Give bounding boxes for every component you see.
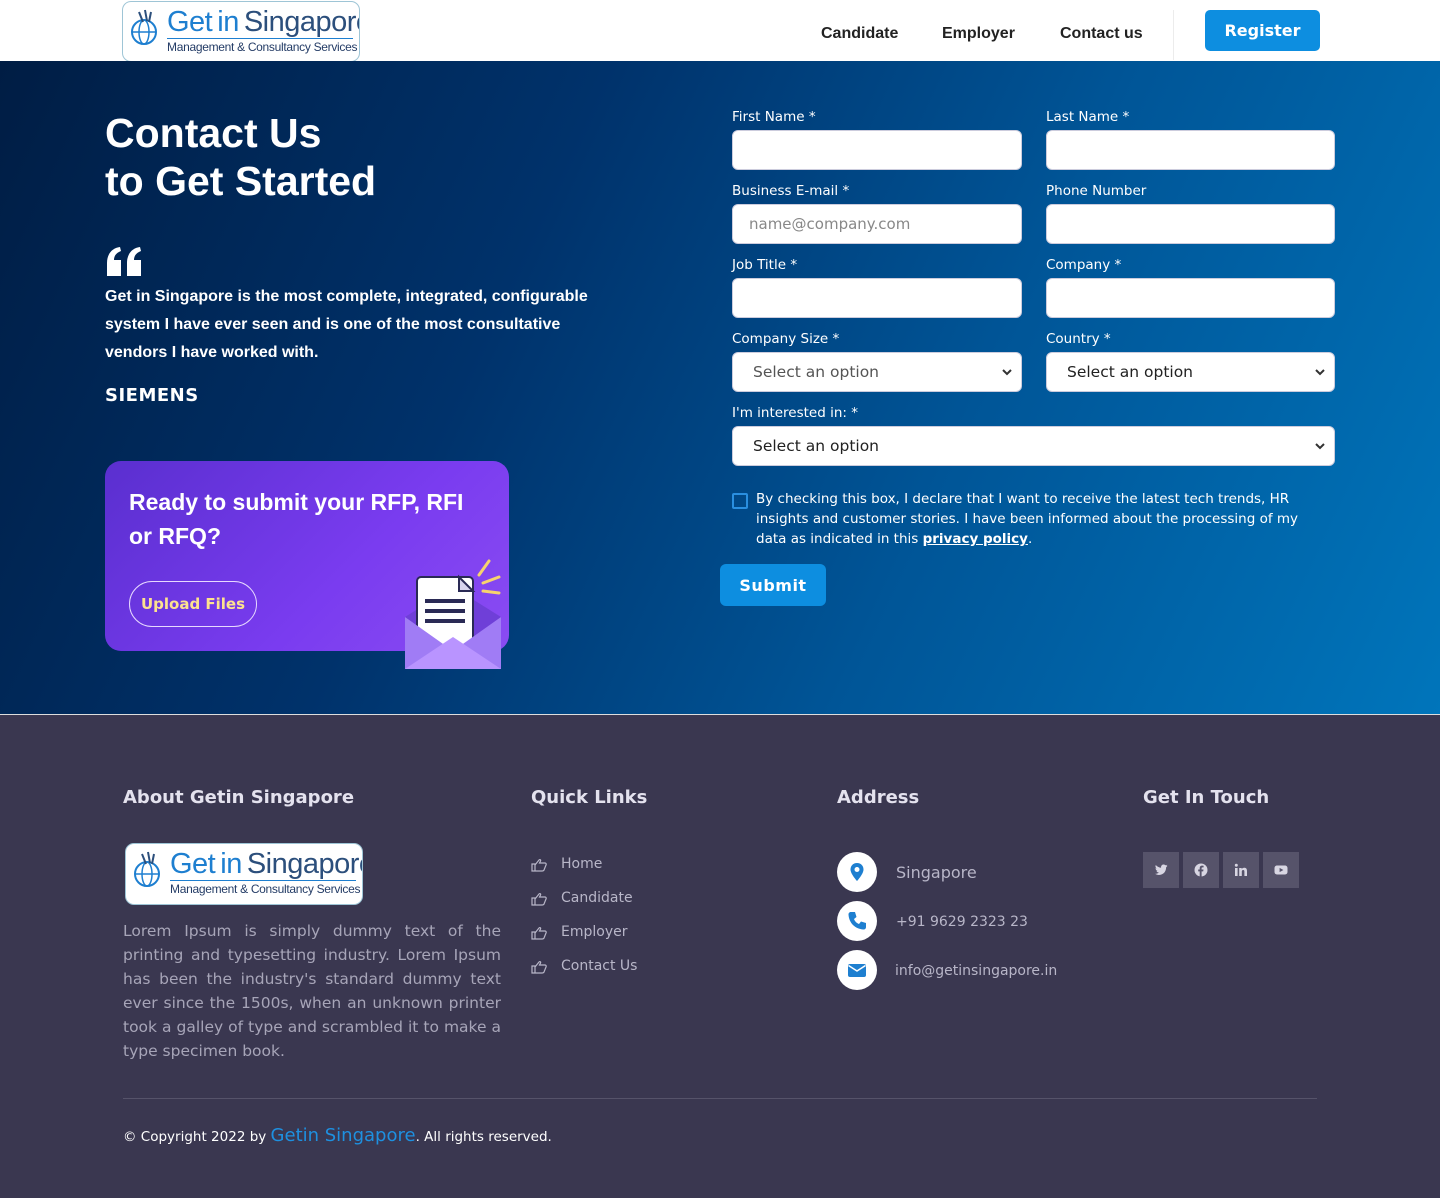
nav-employer[interactable]: Employer bbox=[942, 25, 1015, 43]
chevron-down-icon bbox=[1315, 369, 1325, 376]
linkedin-icon[interactable] bbox=[1223, 852, 1259, 888]
email-input[interactable]: name@company.com bbox=[732, 204, 1022, 244]
about-text: Lorem Ipsum is simply dummy text of the … bbox=[123, 922, 501, 1060]
address-heading: Address bbox=[837, 787, 920, 808]
consent-text: By checking this box, I declare that I w… bbox=[756, 491, 1299, 547]
hand-pointer-icon bbox=[531, 892, 547, 906]
quote-icon bbox=[107, 247, 141, 276]
submit-button[interactable]: Submit bbox=[720, 564, 826, 606]
email-label: Business E-mail * bbox=[732, 183, 850, 199]
hand-pointer-icon bbox=[531, 858, 547, 872]
footer-logo[interactable]: Get in Singapore Management & Consultancy … bbox=[125, 843, 363, 905]
hand-pointer-icon bbox=[531, 960, 547, 974]
envelope-document-icon bbox=[405, 559, 501, 669]
company-size-label: Company Size * bbox=[732, 331, 840, 347]
country-label: Country * bbox=[1046, 331, 1111, 347]
chevron-down-icon bbox=[1002, 369, 1012, 376]
company-label: Company * bbox=[1046, 257, 1122, 273]
address-location: Singapore bbox=[896, 863, 977, 882]
testimonial-text: Get in Singapore is the most complete, i… bbox=[105, 288, 588, 361]
twitter-icon[interactable] bbox=[1143, 852, 1179, 888]
site-logo[interactable]: Get in Singapore Management & Consultancy … bbox=[122, 1, 360, 62]
facebook-icon[interactable] bbox=[1183, 852, 1219, 888]
first-name-label: First Name * bbox=[732, 109, 816, 125]
company-size-select[interactable]: Select an option bbox=[732, 352, 1022, 392]
interest-value: Select an option bbox=[753, 437, 880, 455]
register-button[interactable]: Register bbox=[1205, 10, 1320, 51]
copyright-text: © Copyright 2022 by Getin Singapore. All… bbox=[123, 1125, 552, 1146]
contact-hero: Contact Us to Get Started Get in Singapor… bbox=[0, 61, 1440, 714]
logo-wordmark: Get in Singapore bbox=[170, 848, 363, 880]
location-pin-icon bbox=[837, 852, 877, 892]
logo-rule bbox=[170, 880, 356, 881]
quick-links-heading: Quick Links bbox=[531, 787, 648, 808]
logo-tagline: Management & Consultancy Services bbox=[170, 882, 361, 896]
page-title: Contact Us to Get Started bbox=[105, 110, 377, 204]
privacy-policy-link[interactable]: privacy policy bbox=[923, 531, 1028, 547]
interest-select[interactable]: Select an option bbox=[732, 426, 1335, 466]
nav-candidate[interactable]: Candidate bbox=[821, 25, 898, 43]
chevron-down-icon bbox=[1315, 443, 1325, 450]
envelope-icon bbox=[837, 950, 877, 990]
copyright-brand-link[interactable]: Getin Singapore bbox=[271, 1125, 416, 1146]
address-phone[interactable]: +91 9629 2323 23 bbox=[896, 914, 1028, 930]
logo-rule bbox=[167, 38, 353, 39]
country-select[interactable]: Select an option bbox=[1046, 352, 1335, 392]
get-in-touch-heading: Get In Touch bbox=[1143, 787, 1270, 808]
first-name-input[interactable] bbox=[732, 130, 1022, 170]
youtube-icon[interactable] bbox=[1263, 852, 1299, 888]
site-footer: About Getin Singapore Get in Singapore Man… bbox=[0, 714, 1440, 1198]
job-title-input[interactable] bbox=[732, 278, 1022, 318]
site-header: Get in Singapore Management & Consultancy … bbox=[0, 0, 1440, 62]
last-name-label: Last Name * bbox=[1046, 109, 1130, 125]
job-title-label: Job Title * bbox=[732, 257, 798, 273]
interest-label: I'm interested in: * bbox=[732, 405, 858, 421]
footer-divider bbox=[123, 1098, 1317, 1099]
hand-pointer-icon bbox=[531, 926, 547, 940]
testimonial-author: SIEMENS bbox=[105, 385, 199, 406]
phone-label: Phone Number bbox=[1046, 183, 1147, 199]
rfp-card: Ready to submit your RFP, RFI or RFQ? Up… bbox=[105, 461, 509, 669]
logo-wordmark: Get in Singapore bbox=[167, 6, 360, 38]
nav-contact-us[interactable]: Contact us bbox=[1060, 25, 1143, 43]
consent-checkbox[interactable] bbox=[732, 493, 748, 509]
company-input[interactable] bbox=[1046, 278, 1335, 318]
country-value: Select an option bbox=[1067, 363, 1194, 381]
upload-files-button[interactable]: Upload Files bbox=[129, 581, 257, 627]
phone-input[interactable] bbox=[1046, 204, 1335, 244]
globe-logo-icon bbox=[134, 851, 160, 887]
address-email[interactable]: info@getinsingapore.in bbox=[895, 963, 1057, 979]
last-name-input[interactable] bbox=[1046, 130, 1335, 170]
phone-icon bbox=[837, 901, 877, 941]
company-size-value: Select an option bbox=[753, 363, 880, 381]
logo-tagline: Management & Consultancy Services bbox=[167, 40, 358, 54]
rfp-title: Ready to submit your RFP, RFI or RFQ? bbox=[129, 489, 464, 549]
globe-logo-icon bbox=[131, 9, 157, 45]
about-heading: About Getin Singapore bbox=[123, 787, 355, 808]
nav-divider bbox=[1173, 10, 1174, 60]
